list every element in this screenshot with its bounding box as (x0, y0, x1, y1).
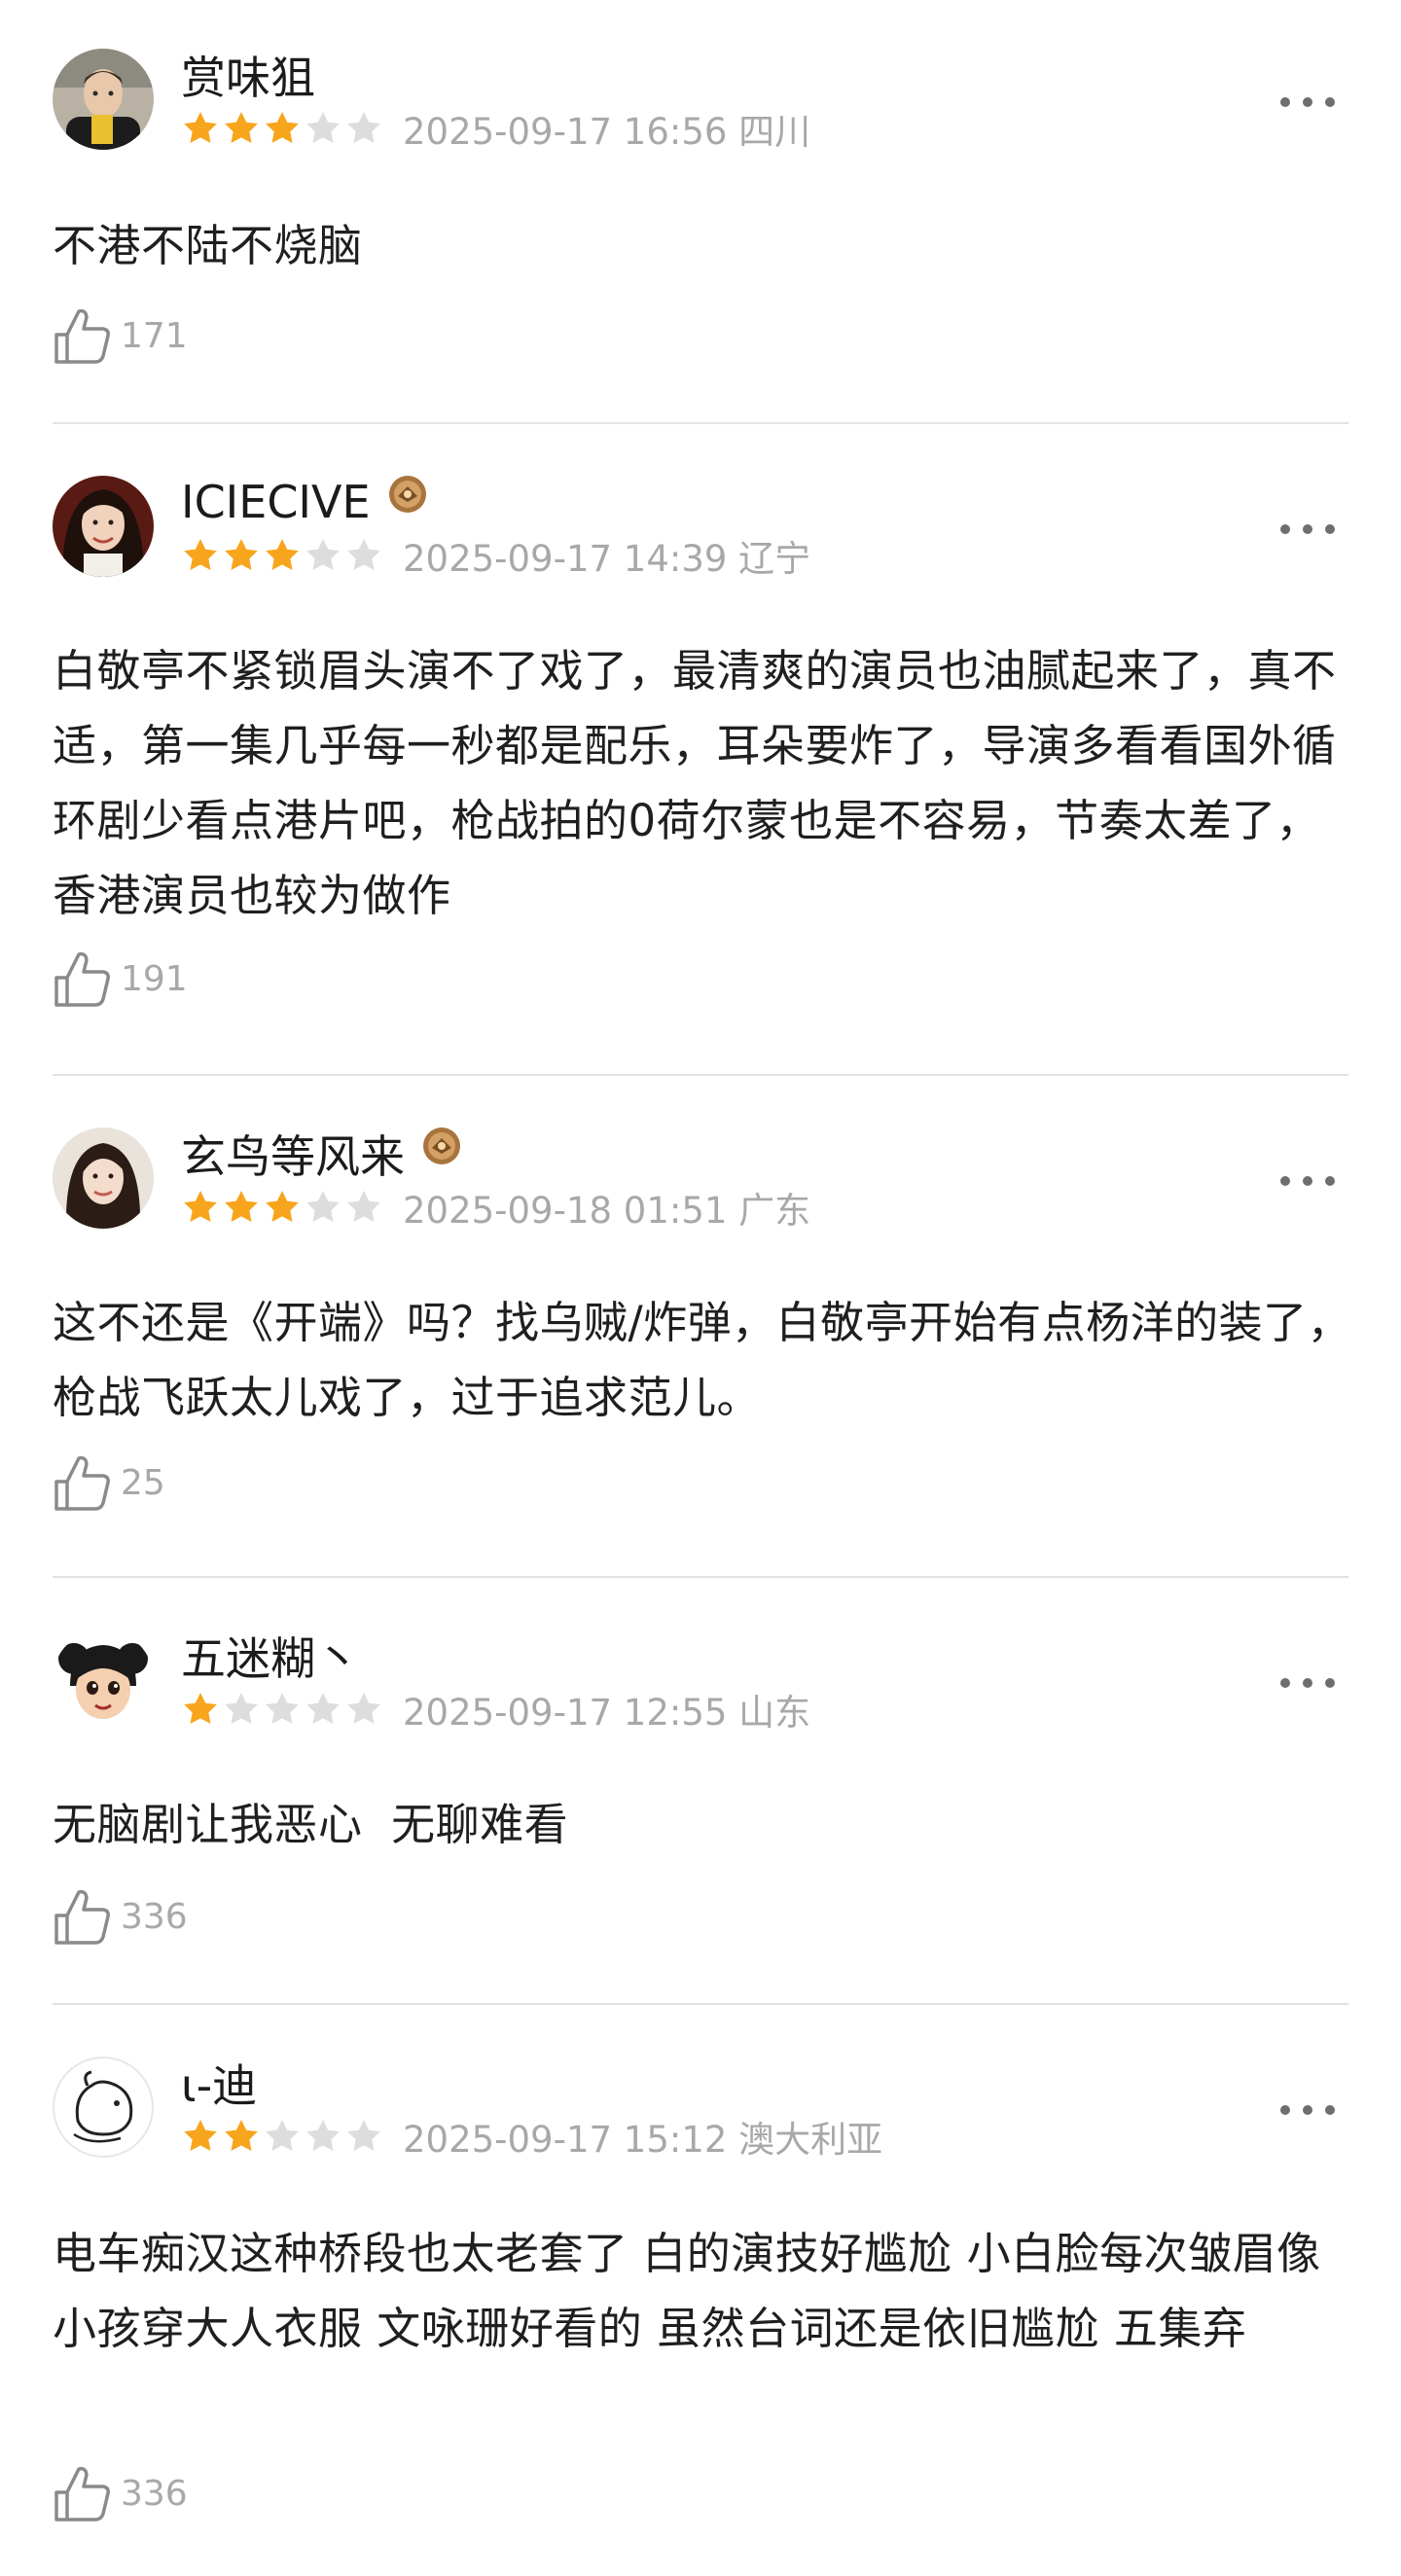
star-filled-icon (184, 539, 217, 570)
star-filled-icon (225, 2120, 258, 2151)
star-empty-icon (347, 1191, 380, 1222)
username[interactable]: 玄鸟等风来 (181, 1122, 405, 1186)
avatar[interactable] (53, 1127, 154, 1229)
username-row: 五迷糊丶 (181, 1631, 360, 1685)
star-filled-icon (225, 1191, 258, 1222)
star-rating (181, 2117, 385, 2156)
more-options-icon[interactable] (1280, 2095, 1335, 2125)
more-options-icon[interactable] (1280, 1166, 1335, 1196)
star-filled-icon (184, 112, 217, 143)
star-empty-icon (306, 539, 340, 570)
like-count: 171 (121, 315, 188, 356)
username[interactable]: 赏味狙 (181, 43, 315, 107)
star-empty-icon (306, 1693, 340, 1724)
medal-badge-icon (388, 476, 426, 513)
review-content: 白敬亭不紧锁眉头演不了戏了，最清爽的演员也油腻起来了，真不适，第一集几乎每一秒都… (53, 645, 1337, 921)
like-count: 336 (121, 2473, 188, 2514)
username-row: 赏味狙 (181, 51, 315, 104)
star-empty-icon (347, 2120, 380, 2151)
meta-row: 2025-09-17 15:12 澳大利亚 (181, 2115, 882, 2161)
like-count: 336 (121, 1896, 188, 1937)
star-filled-icon (266, 1191, 299, 1222)
avatar[interactable] (53, 1629, 154, 1731)
star-filled-icon (266, 112, 299, 143)
star-rating (181, 109, 385, 148)
thumbs-up-icon (54, 308, 110, 364)
divider (53, 422, 1348, 424)
username-row: 玄鸟等风来 (181, 1127, 463, 1183)
star-empty-icon (347, 112, 380, 143)
medal-badge-icon (423, 1127, 460, 1164)
star-filled-icon (225, 112, 258, 143)
review-content: 这不还是《开端》吗？找乌贼/炸弹，白敬亭开始有点杨洋的装了，枪战飞跃太儿戏了，过… (53, 1297, 1352, 1423)
thumbs-up-icon (54, 951, 110, 1007)
username-row: ι-迪 (181, 2058, 257, 2112)
review-meta: 2025-09-17 16:56 四川 (403, 111, 811, 153)
meta-row: 2025-09-17 16:56 四川 (181, 107, 810, 153)
username[interactable]: 五迷糊丶 (181, 1624, 360, 1688)
like-count: 25 (121, 1462, 165, 1503)
avatar[interactable] (53, 2057, 154, 2158)
star-empty-icon (225, 1693, 258, 1724)
review-content: 不港不陆不烧脑 (53, 220, 363, 271)
star-filled-icon (225, 539, 258, 570)
meta-row: 2025-09-18 01:51 广东 (181, 1186, 810, 1232)
like-button[interactable]: 191 (53, 948, 188, 1009)
review-meta: 2025-09-18 01:51 广东 (403, 1190, 811, 1232)
star-empty-icon (306, 112, 340, 143)
star-rating (181, 1690, 385, 1729)
thumbs-up-icon (54, 1455, 110, 1511)
review-meta: 2025-09-17 15:12 澳大利亚 (403, 2119, 883, 2161)
review-content: 电车痴汉这种桥段也太老套了 白的演技好尴尬 小白脸每次皱眉像小孩穿大人衣服 文咏… (53, 2228, 1321, 2354)
star-empty-icon (266, 2120, 299, 2151)
review-content: 无脑剧让我恶心 无聊难看 (53, 1799, 569, 1850)
like-button[interactable]: 25 (53, 1452, 165, 1513)
review-meta: 2025-09-17 14:39 辽宁 (403, 538, 811, 580)
like-button[interactable]: 171 (53, 305, 188, 366)
star-filled-icon (184, 2120, 217, 2151)
star-filled-icon (266, 539, 299, 570)
star-empty-icon (306, 2120, 340, 2151)
divider (53, 1074, 1348, 1076)
star-rating (181, 1188, 385, 1227)
thumbs-up-icon (54, 1889, 110, 1945)
review-meta: 2025-09-17 12:55 山东 (403, 1692, 811, 1734)
meta-row: 2025-09-17 14:39 辽宁 (181, 534, 810, 580)
star-empty-icon (306, 1191, 340, 1222)
star-filled-icon (184, 1191, 217, 1222)
like-button[interactable]: 336 (53, 2463, 188, 2523)
divider (53, 1576, 1348, 1578)
like-button[interactable]: 336 (53, 1886, 188, 1947)
meta-row: 2025-09-17 12:55 山东 (181, 1688, 810, 1734)
star-empty-icon (266, 1693, 299, 1724)
thumbs-up-icon (54, 2466, 110, 2522)
divider (53, 2003, 1348, 2005)
more-options-icon[interactable] (1280, 1668, 1335, 1698)
star-filled-icon (184, 1693, 217, 1724)
username-row: ICIECIVE (181, 476, 429, 528)
star-empty-icon (347, 1693, 380, 1724)
star-empty-icon (347, 539, 380, 570)
more-options-icon[interactable] (1280, 515, 1335, 544)
more-options-icon[interactable] (1280, 88, 1335, 117)
like-count: 191 (121, 958, 188, 999)
username[interactable]: ICIECIVE (181, 476, 371, 528)
username[interactable]: ι-迪 (181, 2051, 257, 2115)
avatar[interactable] (53, 476, 154, 577)
avatar[interactable] (53, 49, 154, 150)
star-rating (181, 536, 385, 575)
